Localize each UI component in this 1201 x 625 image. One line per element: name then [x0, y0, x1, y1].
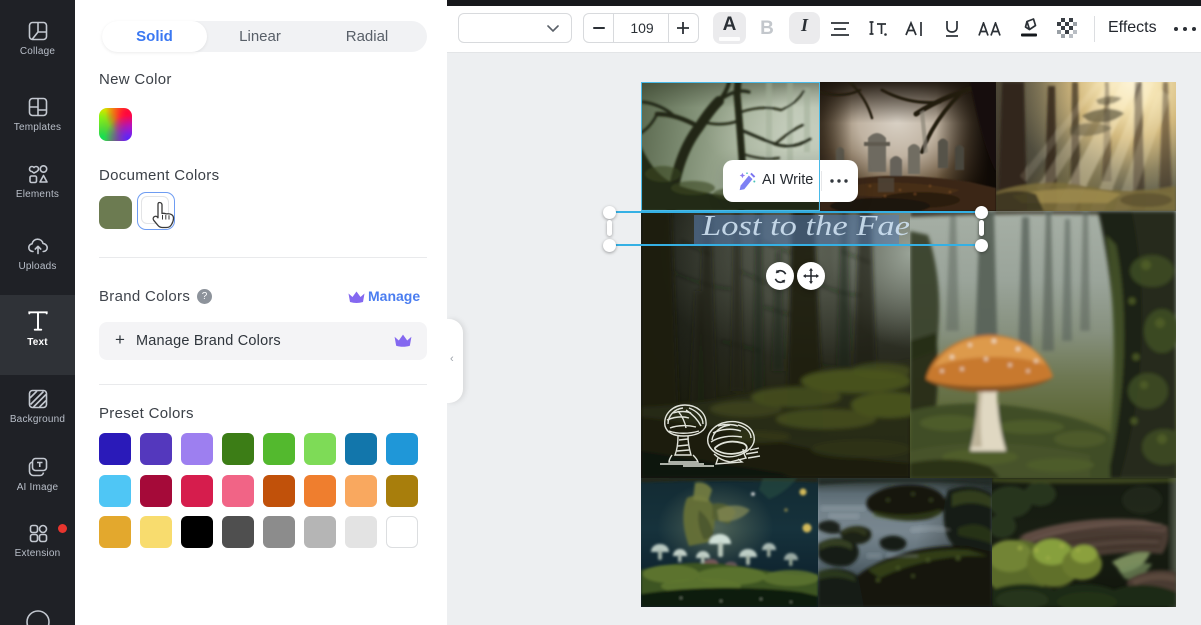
svg-text:Lost to the Fae: Lost to the Fae	[701, 210, 910, 242]
